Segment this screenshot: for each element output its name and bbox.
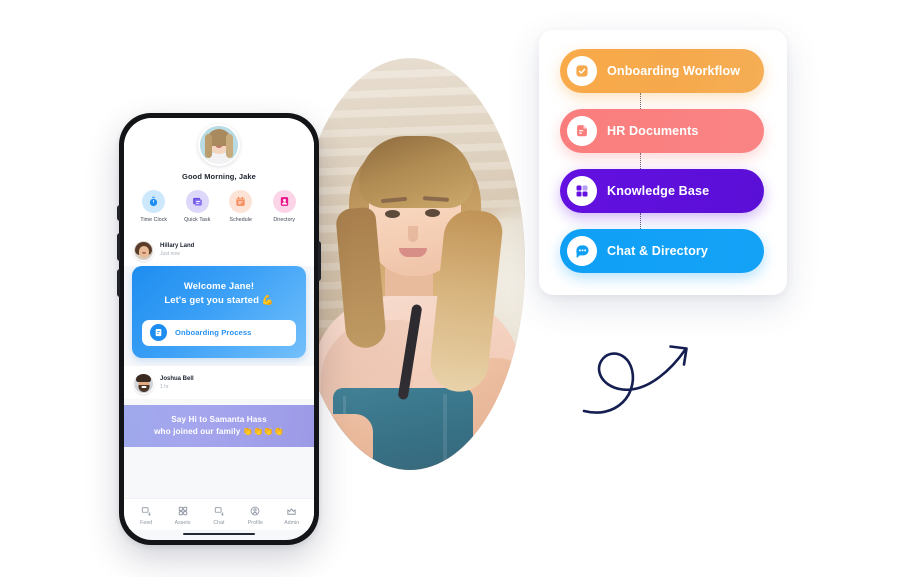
quick-action-label: Schedule [229,217,252,223]
avatar-hair-right [226,134,233,158]
task-window-icon [185,190,209,213]
post-author: Hillary Land [160,243,195,250]
quick-action-directory[interactable]: Directory [264,190,304,223]
avatar-hair-left [205,134,212,158]
hero-photo-circle [295,58,525,470]
quick-action-label: Time Clock [140,217,168,223]
post-timestamp: 1 hr [160,383,169,390]
photo-vignette [295,58,525,470]
feature-pill-chat-directory[interactable]: Chat & Directory [560,229,764,273]
feature-pill-label: Onboarding Workflow [607,64,741,78]
feed-icon [129,505,163,518]
tab-admin[interactable]: Admin [275,505,309,526]
feature-pill-list: Onboarding Workflow HR Documents Knowled… [560,49,764,273]
tab-label: Chat [213,519,225,526]
bottom-tabbar: Feed Assets Chat Profile Admin [124,497,314,530]
home-indicator [183,532,255,535]
tab-feed[interactable]: Feed [129,505,163,526]
chat-bubble-icon [202,505,236,518]
post-header-hillary: Hillary Land Just now [124,233,314,266]
curly-arrow-up-right-icon [578,305,713,440]
feature-pill-onboarding-workflow[interactable]: Onboarding Workflow [560,49,764,93]
phone-button-silent[interactable] [117,205,120,221]
quick-action-schedule[interactable]: Schedule [221,190,261,223]
onboarding-process-button[interactable]: Onboarding Process [142,319,296,346]
quick-action-time-clock[interactable]: Time Clock [134,190,174,223]
new-hire-banner: Say Hi to Samanta Hass who joined our fa… [124,404,314,448]
banner-line-2: who joined our family 👏👏👏👏 [154,426,284,436]
tab-assets[interactable]: Assets [166,505,200,526]
stopwatch-icon [142,190,166,213]
tab-label: Feed [140,519,153,526]
tab-label: Assets [174,519,191,526]
phone-button-power[interactable] [318,241,321,281]
check-square-icon [567,56,597,86]
quick-actions-row: Time Clock Quick Task Schedule Directory [124,181,314,225]
crown-icon [275,505,309,518]
tab-chat[interactable]: Chat [202,505,236,526]
grid-four-icon [567,176,597,206]
phone-button-volume-up[interactable] [117,233,120,261]
feature-pill-knowledge-base[interactable]: Knowledge Base [560,169,764,213]
welcome-card: Welcome Jane! Let's get you started 💪 On… [132,266,306,358]
post-timestamp: Just now [160,251,180,258]
phone-mockup: Good Morning, Jake Time Clock Quick Task… [117,113,321,545]
avatar-hillary[interactable] [133,240,154,261]
tab-profile[interactable]: Profile [238,505,272,526]
avatar-user[interactable] [198,124,240,166]
quick-action-label: Quick Task [184,217,211,223]
post-header-joshua: Joshua Bell 1 hr [124,365,314,399]
profile-header: Good Morning, Jake Time Clock Quick Task… [124,118,314,233]
features-panel: Onboarding Workflow HR Documents Knowled… [539,30,787,295]
onboarding-process-label: Onboarding Process [175,328,252,338]
document-icon [567,116,597,146]
grid-squares-icon [166,505,200,518]
quick-action-label: Directory [273,217,296,223]
tab-label: Admin [284,519,300,526]
tab-label: Profile [247,519,263,526]
banner-line-1: Say Hi to Samanta Hass [171,414,267,424]
phone-screen: Good Morning, Jake Time Clock Quick Task… [124,118,314,540]
avatar-smile [141,385,146,388]
feature-pill-label: Knowledge Base [607,184,710,198]
avatar-hair [136,373,151,382]
welcome-subtitle: Let's get you started 💪 [164,294,274,306]
document-lines-icon [150,324,167,342]
id-card-icon [272,190,296,213]
hero-photo [295,58,525,470]
feature-pill-label: HR Documents [607,124,699,138]
calendar-icon [229,190,253,213]
phone-bottom: Feed Assets Chat Profile Admin [124,497,314,541]
avatar-joshua[interactable] [133,372,154,394]
user-circle-icon [238,505,272,518]
feed-list[interactable]: Hillary Land Just now Welcome Jane! Let'… [124,233,314,498]
feature-pill-hr-documents[interactable]: HR Documents [560,109,764,153]
post-author: Joshua Bell [160,375,194,382]
feature-pill-label: Chat & Directory [607,244,708,258]
welcome-title: Welcome Jane! [183,281,255,292]
phone-button-volume-down[interactable] [117,269,120,297]
chat-dots-icon [567,236,597,266]
greeting-text: Good Morning, Jake [182,172,256,181]
hero-illustration: Good Morning, Jake Time Clock Quick Task… [0,0,901,577]
quick-action-quick-task[interactable]: Quick Task [177,190,217,223]
